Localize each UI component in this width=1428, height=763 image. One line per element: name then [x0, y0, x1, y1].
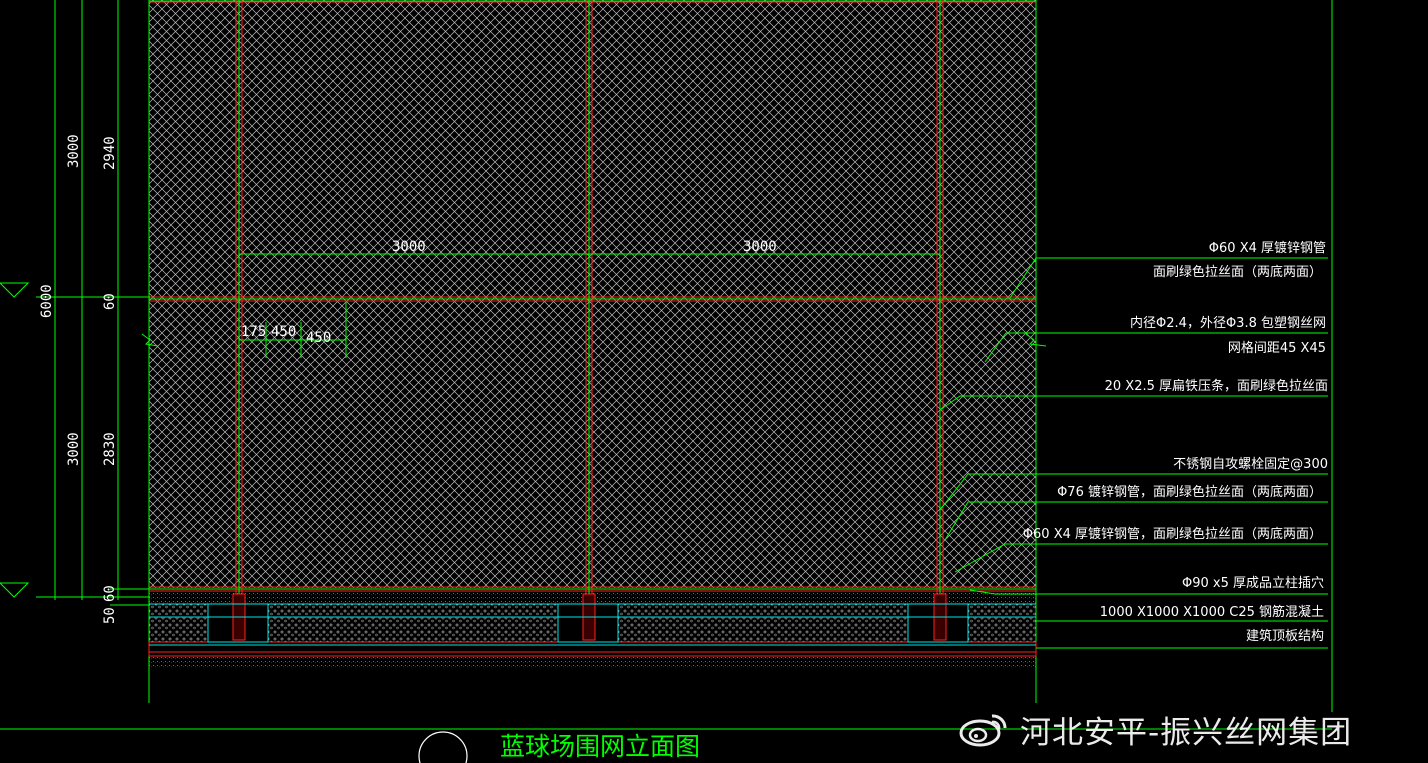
dim-total-height: 6000	[39, 284, 55, 318]
dim-rail-bottom: 60	[102, 585, 118, 602]
dim-base: 50	[102, 607, 118, 624]
note-flat-bar: 20 X2.5 厚扁铁压条，面刷绿色拉丝面	[1105, 378, 1328, 394]
note-top-pipe-finish: 面刷绿色拉丝面（两底两面）	[1153, 264, 1322, 280]
note-screws: 不锈钢自攻螺栓固定@300	[1173, 457, 1328, 472]
note-concrete-footing: 1000 X1000 X1000 C25 钢筋混凝土	[1100, 604, 1324, 620]
note-post-pipe: Φ76 镀锌钢管，面刷绿色拉丝面（两底两面）	[1057, 484, 1322, 500]
foundation-section	[148, 592, 1037, 668]
weibo-icon	[959, 714, 1007, 747]
note-mesh-spacing: 网格间距45 X45	[1228, 340, 1326, 356]
detail-callout-circle	[418, 731, 468, 763]
dim-bay-width-1: 3000	[392, 239, 426, 255]
dim-lower-height: 3000	[66, 432, 82, 466]
dim-mesh-offset: 175	[241, 324, 266, 340]
dim-bay-width-2: 3000	[743, 239, 777, 255]
dim-mesh-pitch-2: 450	[306, 330, 331, 346]
dim-lower-panel: 2830	[102, 432, 118, 466]
note-top-pipe: Φ60 X4 厚镀锌钢管	[1209, 240, 1326, 256]
watermark-text: 河北安平-振兴丝网集团	[1020, 714, 1353, 751]
note-wire-mesh: 内径Φ2.4，外径Φ3.8 包塑钢丝网	[1130, 315, 1326, 331]
watermark: 河北安平-振兴丝网集团	[958, 710, 1352, 751]
note-roof-slab: 建筑顶板结构	[1246, 628, 1324, 644]
dim-rail-mid: 60	[102, 293, 118, 310]
drawing-title: 蓝球场围网立面图	[500, 732, 700, 761]
fence-elevation-drawing: 6000 3000 3000 2940 60 2830 60 50 3000 3…	[0, 0, 1333, 763]
note-post-socket: Φ90 x5 厚成品立柱插穴	[1182, 576, 1324, 591]
dim-upper-panel: 2940	[102, 136, 118, 170]
note-rail-pipe: Φ60 X4 厚镀锌钢管，面刷绿色拉丝面（两底两面）	[1023, 526, 1322, 542]
dim-upper-height: 3000	[66, 134, 82, 168]
dim-mesh-pitch-1: 450	[271, 324, 296, 340]
